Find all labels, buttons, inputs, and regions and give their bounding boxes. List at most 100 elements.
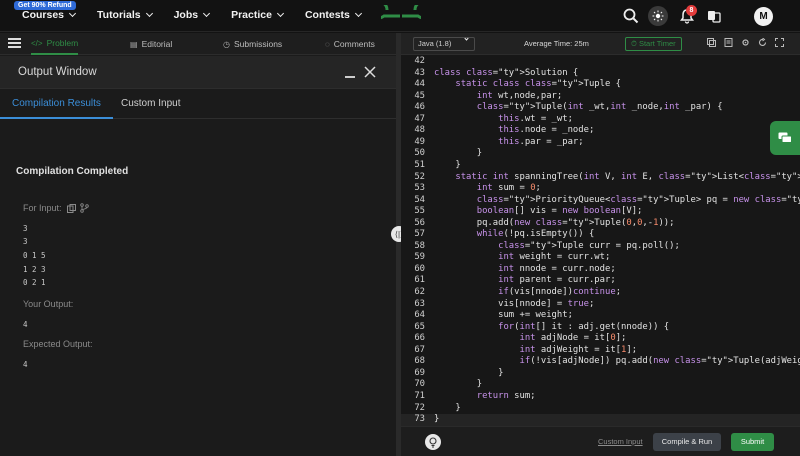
code-line: class="ty">Tuple(int _wt,int _node,int _…	[476, 102, 723, 113]
line-number: 72	[414, 402, 425, 413]
code-area[interactable]: 42 43 class class="ty">Solution {44 static…	[401, 55, 800, 426]
nav-jobs[interactable]: Jobs	[174, 9, 211, 21]
code-line: }	[434, 379, 483, 390]
code-line: int adjNode = it[0];	[519, 333, 627, 344]
close-icon[interactable]	[364, 66, 376, 78]
top-navbar: Get 90% Refund Courses Tutorials Jobs Pr…	[0, 0, 800, 32]
tab-problem[interactable]: </> Problem	[31, 33, 79, 55]
code-line: }	[434, 402, 461, 413]
tab-compilation-results[interactable]: Compilation Results	[0, 89, 113, 119]
editor-footer: Custom Input Compile & Run Submit	[401, 426, 800, 456]
chevron-down-icon	[464, 36, 469, 41]
code-line: static class class="ty">Tuple {	[455, 79, 622, 90]
avatar[interactable]: M	[754, 7, 773, 26]
branch-icon[interactable]	[80, 203, 89, 213]
line-number: 54	[414, 194, 425, 205]
line-number: 56	[414, 217, 425, 228]
submit-button[interactable]: Submit	[731, 433, 774, 451]
reset-icon[interactable]	[758, 38, 767, 47]
code-line: static int spanningTree(int V, int E, cl…	[455, 171, 800, 182]
chevron-down-icon	[276, 9, 285, 18]
chat-icon	[778, 132, 792, 143]
code-line: return sum;	[476, 390, 536, 401]
your-output-value: 4	[23, 320, 28, 329]
code-line: while(!pq.isEmpty()) {	[476, 229, 595, 240]
chevron-down-icon	[145, 9, 153, 18]
chevron-down-icon	[68, 9, 77, 18]
start-timer-button[interactable]: ⏱ Start Timer	[625, 37, 682, 51]
input-line: 0 2 1	[23, 278, 46, 287]
line-number: 68	[414, 356, 425, 367]
fullscreen-icon[interactable]	[775, 38, 784, 47]
line-number: 67	[414, 344, 425, 355]
sun-icon	[652, 10, 664, 22]
line-number: 47	[414, 113, 425, 124]
code-line: this.wt = _wt;	[498, 113, 573, 124]
nav-practice[interactable]: Practice	[231, 9, 285, 21]
line-number: 57	[414, 229, 425, 240]
nav-courses[interactable]: Courses	[22, 9, 77, 21]
editor-toolbar: Java (1.8) Average Time: 25m ⏱ Start Tim…	[401, 33, 800, 55]
chat-button[interactable]	[770, 121, 800, 155]
theme-toggle-button[interactable]	[648, 6, 668, 26]
code-line: class="ty">Tuple curr = pq.poll();	[498, 240, 680, 251]
gfg-logo-icon[interactable]	[381, 5, 421, 27]
compilation-status: Compilation Completed	[16, 166, 129, 177]
problem-tabs: </> Problem ▤ Editorial ◷ Submissions ◌ Comm…	[0, 33, 396, 55]
code-line: if(!vis[adjNode]) pq.add(new class="ty">…	[519, 356, 800, 367]
line-number: 71	[414, 390, 425, 401]
line-number: 50	[414, 148, 425, 159]
document-icon[interactable]	[724, 38, 733, 47]
output-window-header: Output Window	[0, 56, 396, 89]
tab-submissions[interactable]: ◷ Submissions	[223, 33, 282, 55]
your-output-label: Your Output:	[23, 299, 74, 309]
code-line: }	[434, 159, 461, 170]
code-line: vis[nnode] = true;	[434, 298, 595, 309]
main-nav: Courses Tutorials Jobs Practice Contests	[22, 9, 383, 21]
tab-comments[interactable]: ◌ Comments	[325, 33, 375, 55]
notification-badge: 8	[686, 5, 697, 16]
custom-input-link[interactable]: Custom Input	[598, 437, 643, 446]
expected-output-label: Expected Output:	[23, 339, 93, 349]
tab-custom-input[interactable]: Custom Input	[121, 89, 180, 119]
line-number: 43	[414, 67, 425, 78]
code-line: }	[434, 367, 504, 378]
line-number: 53	[414, 183, 425, 194]
minimize-icon[interactable]	[345, 76, 355, 78]
code-line: int sum = 0;	[476, 183, 541, 194]
book-icon: ▤	[130, 39, 138, 49]
line-number: 69	[414, 367, 425, 378]
line-number: 48	[414, 125, 425, 136]
menu-icon[interactable]	[8, 38, 21, 48]
code-line: int wt,node,par;	[476, 90, 563, 101]
input-line: 3	[23, 224, 28, 233]
line-number: 45	[414, 90, 425, 101]
tab-editorial[interactable]: ▤ Editorial	[130, 33, 172, 55]
code-editor-panel: Java (1.8) Average Time: 25m ⏱ Start Tim…	[401, 33, 800, 456]
clock-icon: ◷	[223, 39, 230, 49]
expected-output-value: 4	[23, 360, 28, 369]
input-line: 1 2 3	[23, 265, 46, 274]
code-line: class="ty">PriorityQueue<class="ty">Tupl…	[476, 194, 800, 205]
copy-icon[interactable]	[67, 204, 76, 213]
code-line: sum += weight;	[434, 310, 573, 321]
nav-tutorials[interactable]: Tutorials	[97, 9, 153, 21]
line-number: 73	[414, 414, 425, 425]
line-number: 46	[414, 102, 425, 113]
translate-icon[interactable]	[705, 7, 723, 25]
line-number: 49	[414, 136, 425, 147]
lightbulb-icon[interactable]	[425, 434, 441, 450]
for-input-label: For Input:	[23, 203, 62, 213]
code-line: pq.add(new class="ty">Tuple(0,0,-1));	[434, 217, 675, 228]
line-number: 44	[414, 79, 425, 90]
language-select[interactable]: Java (1.8)	[413, 36, 475, 51]
settings-icon[interactable]	[741, 38, 750, 47]
line-number: 65	[414, 321, 425, 332]
output-window: Output Window Compilation Results Custom…	[0, 56, 396, 456]
search-icon[interactable]	[622, 7, 640, 25]
copy-icon[interactable]	[707, 38, 716, 47]
compile-run-button[interactable]: Compile & Run	[653, 433, 721, 451]
nav-contests[interactable]: Contests	[305, 9, 362, 21]
code-line: int nnode = curr.node;	[498, 263, 616, 274]
line-number: 58	[414, 240, 425, 251]
